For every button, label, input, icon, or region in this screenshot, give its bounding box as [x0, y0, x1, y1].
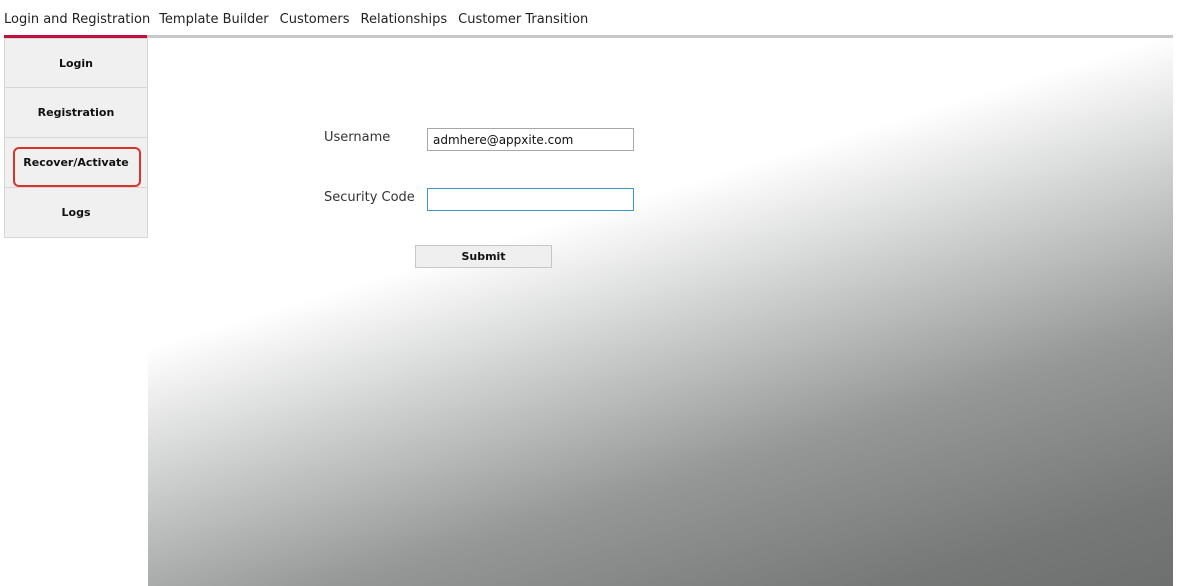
- security-code-label: Security Code: [324, 190, 415, 205]
- tab-customer-transition[interactable]: Customer Transition: [458, 11, 599, 29]
- submit-button[interactable]: Submit: [415, 245, 552, 268]
- tab-relationships[interactable]: Relationships: [361, 11, 459, 29]
- tab-template-builder[interactable]: Template Builder: [159, 11, 279, 29]
- top-tab-bar: Login and Registration Template Builder …: [0, 0, 1177, 38]
- tab-login-and-registration[interactable]: Login and Registration: [4, 11, 159, 29]
- username-label: Username: [324, 130, 391, 145]
- sidebar-item-label: Recover/Activate: [23, 156, 129, 169]
- sidebar-item-label: Registration: [37, 106, 115, 119]
- security-code-field[interactable]: [427, 188, 634, 211]
- content-panel: Username Security Code Submit: [148, 38, 1173, 586]
- sidebar-item-label: Logs: [61, 206, 91, 219]
- sidebar-item-label: Login: [58, 56, 94, 70]
- sidebar-item-registration[interactable]: Registration: [4, 88, 148, 138]
- sidebar-item-logs[interactable]: Logs: [4, 188, 148, 238]
- sidebar-item-login[interactable]: Login: [4, 38, 148, 88]
- sidebar-nav: Login Registration Recover/Activate Logs: [4, 38, 148, 238]
- tab-customers[interactable]: Customers: [280, 11, 361, 29]
- username-field[interactable]: [427, 128, 634, 151]
- submit-button-label: Submit: [461, 250, 506, 263]
- sidebar-item-recover-activate[interactable]: Recover/Activate: [4, 138, 148, 188]
- tab-list: Login and Registration Template Builder …: [4, 11, 599, 29]
